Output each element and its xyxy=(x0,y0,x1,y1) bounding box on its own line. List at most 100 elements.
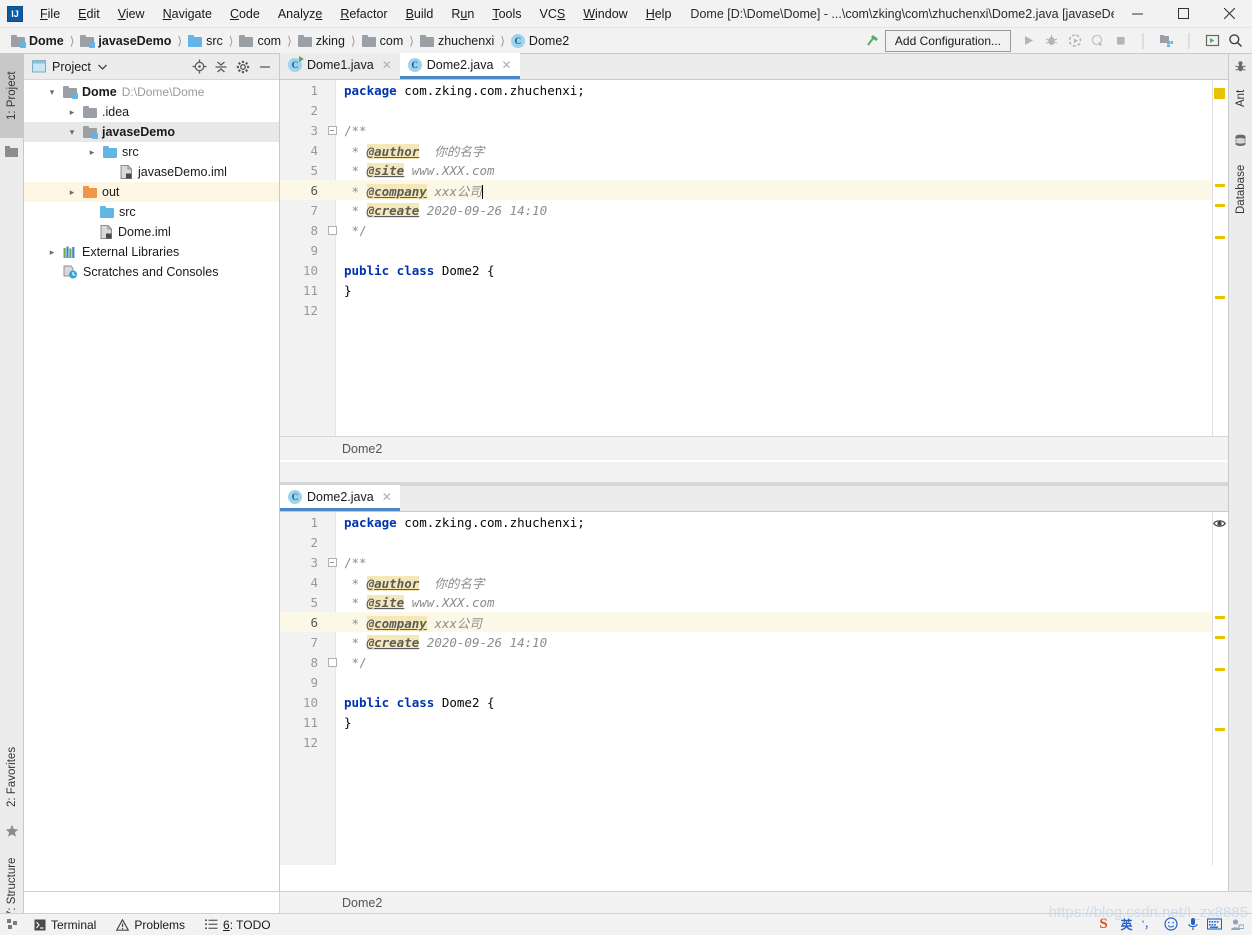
error-stripe-top[interactable] xyxy=(1212,80,1228,436)
code-line[interactable]: 2 xyxy=(280,532,1228,552)
run-icon[interactable] xyxy=(1017,30,1039,52)
breadcrumb-item-zking[interactable]: zking xyxy=(295,32,348,50)
code-line[interactable]: 2 xyxy=(280,100,1228,120)
breadcrumb-item-src[interactable]: src xyxy=(185,32,226,50)
emoji-icon[interactable] xyxy=(1163,917,1178,932)
sidebar-item-database[interactable]: Database xyxy=(1229,152,1252,227)
tree-item-idea[interactable]: ▸ .idea xyxy=(24,102,279,122)
menu-navigate[interactable]: Navigate xyxy=(154,3,221,25)
code-line[interactable]: 10 public class Dome2 { xyxy=(280,692,1228,712)
menu-file[interactable]: File xyxy=(31,3,69,25)
code-line[interactable]: 5 * @site www.XXX.com xyxy=(280,160,1228,180)
menu-window[interactable]: Window xyxy=(574,3,636,25)
hide-panel-icon[interactable] xyxy=(255,57,275,77)
menu-build[interactable]: Build xyxy=(397,3,443,25)
settings-gear-icon[interactable] xyxy=(233,57,253,77)
inspection-eye-icon[interactable] xyxy=(1213,517,1226,530)
code-line[interactable]: 7 * @create 2020-09-26 14:10 xyxy=(280,200,1228,220)
minimize-button[interactable] xyxy=(1114,0,1160,28)
menu-refactor[interactable]: Refactor xyxy=(331,3,396,25)
tree-item-out[interactable]: ▸ out xyxy=(24,182,279,202)
menu-code[interactable]: Code xyxy=(221,3,269,25)
code-line[interactable]: 12 xyxy=(280,300,1228,320)
code-line[interactable]: 1 package com.zking.com.zhuchenxi; xyxy=(280,80,1228,100)
project-structure-icon[interactable] xyxy=(1155,30,1177,52)
status-problems-button[interactable]: Problems xyxy=(106,918,195,932)
tree-item-javasedemo[interactable]: ▾ javaseDemo xyxy=(24,122,279,142)
code-editor-bottom[interactable]: 1 package com.zking.com.zhuchenxi; 2 3−/** 4… xyxy=(280,512,1228,865)
chevron-collapsed-icon[interactable]: ▸ xyxy=(46,246,58,258)
chevron-collapsed-icon[interactable]: ▸ xyxy=(86,146,98,158)
tree-item-src-inner[interactable]: ▸ src xyxy=(24,142,279,162)
breadcrumb-item-dome2[interactable]: C Dome2 xyxy=(508,32,572,50)
code-line[interactable]: 12 xyxy=(280,732,1228,752)
code-line[interactable]: 8 */ xyxy=(280,220,1228,240)
code-line[interactable]: 9 xyxy=(280,240,1228,260)
hammer-build-icon[interactable] xyxy=(862,30,884,52)
editor-tab-dome2-split[interactable]: C Dome2.java ✕ xyxy=(280,485,400,511)
menu-analyze[interactable]: Analyze xyxy=(269,3,331,25)
tree-item-dome[interactable]: ▾ Dome D:\Dome\Dome xyxy=(24,82,279,102)
stripe-warning-mark[interactable] xyxy=(1215,728,1225,731)
fold-expanded-icon[interactable]: − xyxy=(326,125,338,135)
code-line[interactable]: 3−/** xyxy=(280,120,1228,140)
sogou-logo-icon[interactable]: S xyxy=(1095,916,1112,933)
stripe-warning-mark[interactable] xyxy=(1215,184,1225,187)
stripe-warning-mark[interactable] xyxy=(1215,636,1225,639)
chevron-down-icon[interactable] xyxy=(97,64,107,70)
code-line[interactable]: 1 package com.zking.com.zhuchenxi; xyxy=(280,512,1228,532)
debug-icon[interactable] xyxy=(1040,30,1062,52)
menu-help[interactable]: Help xyxy=(637,3,681,25)
code-line[interactable]: 11} xyxy=(280,712,1228,732)
close-button[interactable] xyxy=(1206,0,1252,28)
fold-end-icon[interactable] xyxy=(326,657,338,667)
search-everywhere-icon[interactable] xyxy=(1224,30,1246,52)
chevron-expanded-icon[interactable]: ▾ xyxy=(66,126,78,138)
tree-item-src-outer[interactable]: src xyxy=(24,202,279,222)
stripe-warning-mark[interactable] xyxy=(1215,296,1225,299)
tree-item-dome-iml[interactable]: Dome.iml xyxy=(24,222,279,242)
fold-expanded-icon[interactable]: − xyxy=(326,557,338,567)
punctuation-icon[interactable]: '， xyxy=(1141,917,1156,932)
status-terminal-button[interactable]: Terminal xyxy=(24,918,106,932)
chevron-collapsed-icon[interactable]: ▸ xyxy=(66,106,78,118)
editor-tab-dome1[interactable]: C Dome1.java ✕ xyxy=(280,53,400,79)
breadcrumb-item-zhuchenxi[interactable]: zhuchenxi xyxy=(417,32,497,50)
add-configuration-button[interactable]: Add Configuration... xyxy=(884,29,1011,52)
close-tab-icon[interactable]: ✕ xyxy=(501,58,511,72)
breadcrumb-item-dome[interactable]: Dome xyxy=(8,32,67,50)
close-tab-icon[interactable]: ✕ xyxy=(382,490,392,504)
stripe-warning-mark[interactable] xyxy=(1215,236,1225,239)
breadcrumb-item-com[interactable]: com xyxy=(236,32,284,50)
menu-edit[interactable]: Edit xyxy=(69,3,109,25)
status-grid-icon[interactable] xyxy=(0,914,24,935)
close-tab-icon[interactable]: ✕ xyxy=(382,58,392,72)
tree-item-javasedemo-iml[interactable]: javaseDemo.iml xyxy=(24,162,279,182)
stripe-warning-mark[interactable] xyxy=(1215,668,1225,671)
code-line[interactable]: 7 * @create 2020-09-26 14:10 xyxy=(280,632,1228,652)
menu-run[interactable]: Run xyxy=(442,3,483,25)
run-anything-icon[interactable] xyxy=(1201,30,1223,52)
chevron-expanded-icon[interactable]: ▾ xyxy=(46,86,58,98)
menu-vcs[interactable]: VCS xyxy=(531,3,575,25)
stop-icon[interactable] xyxy=(1109,30,1131,52)
stripe-warning-mark[interactable] xyxy=(1215,616,1225,619)
sidebar-item-favorites[interactable]: 2: Favorites xyxy=(0,734,24,820)
menu-view[interactable]: View xyxy=(109,3,154,25)
error-stripe-bottom[interactable] xyxy=(1212,512,1228,865)
stripe-warning-block[interactable] xyxy=(1214,88,1225,99)
collapse-all-icon[interactable] xyxy=(211,57,231,77)
code-line[interactable]: 6 * @company xxx公司 xyxy=(280,612,1228,632)
maximize-button[interactable] xyxy=(1160,0,1206,28)
fold-end-icon[interactable] xyxy=(326,225,338,235)
sidebar-item-ant[interactable]: Ant xyxy=(1229,78,1252,118)
code-line[interactable]: 9 xyxy=(280,672,1228,692)
tree-item-scratches[interactable]: Scratches and Consoles xyxy=(24,262,279,282)
menu-tools[interactable]: Tools xyxy=(483,3,530,25)
breadcrumb-item-javasedemo[interactable]: javaseDemo xyxy=(77,32,174,50)
code-line[interactable]: 3−/** xyxy=(280,552,1228,572)
run-with-coverage-icon[interactable] xyxy=(1063,30,1085,52)
tree-item-external-libraries[interactable]: ▸ External Libraries xyxy=(24,242,279,262)
status-todo-button[interactable]: 6: TODO xyxy=(195,918,281,932)
code-line[interactable]: 10 public class Dome2 { xyxy=(280,260,1228,280)
